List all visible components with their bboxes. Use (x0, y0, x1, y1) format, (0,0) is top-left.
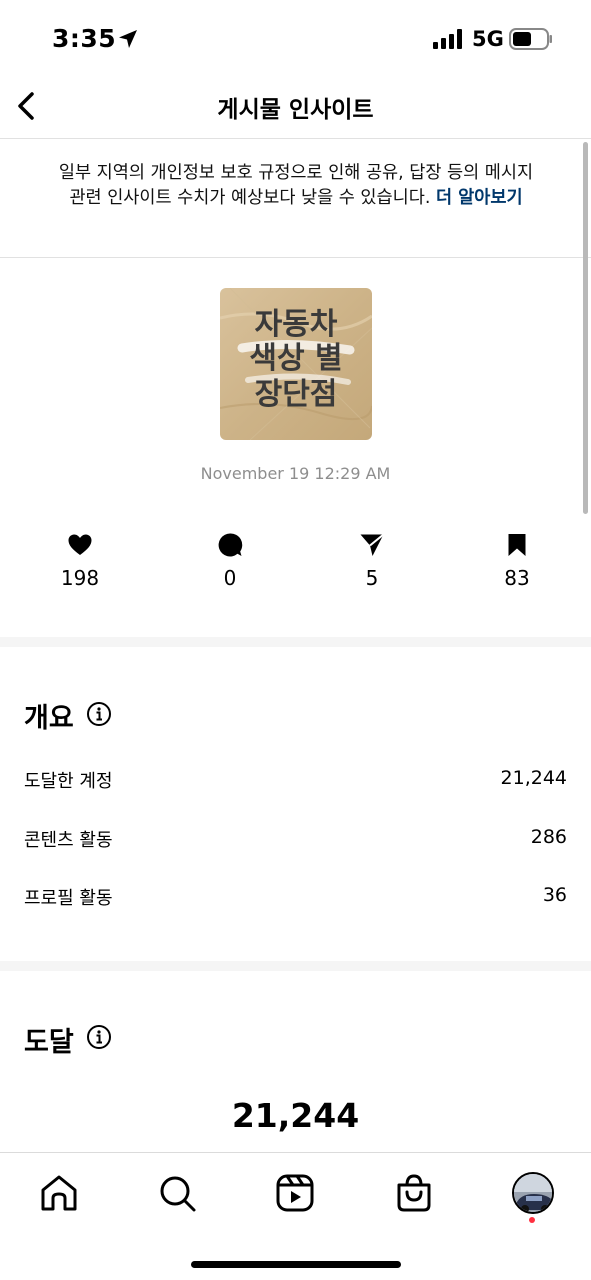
navigation-header: 게시물 인사이트 (0, 78, 591, 139)
profile-activity-row[interactable]: 프로필 활동 36 (24, 884, 567, 914)
row-label: 프로필 활동 (24, 888, 113, 909)
notification-dot (529, 1217, 535, 1223)
profile-avatar[interactable] (512, 1172, 554, 1214)
search-icon (160, 1176, 196, 1212)
status-time: 3:35 (52, 24, 117, 53)
accounts-reached-row[interactable]: 도달한 계정 21,244 (24, 767, 567, 797)
saves-stat: 83 (467, 532, 567, 590)
home-icon (41, 1175, 77, 1211)
post-date: November 19 12:29 AM (200, 464, 391, 483)
thumbnail-line-3: 장단점 (255, 377, 338, 412)
search-tab[interactable] (157, 1173, 197, 1213)
section-divider (0, 637, 591, 647)
row-label: 콘텐츠 활동 (24, 830, 113, 851)
battery-icon (509, 28, 552, 50)
bookmark-icon (508, 534, 526, 556)
location-arrow-icon (119, 30, 137, 48)
comment-icon (218, 533, 243, 557)
thumbnail-line-1: 자동차 (255, 307, 338, 342)
content-activity-row[interactable]: 콘텐츠 활동 286 (24, 826, 567, 856)
overview-title: 개요 (24, 703, 74, 734)
signal-icon (433, 29, 462, 49)
home-indicator (191, 1261, 401, 1268)
row-value: 21,244 (500, 767, 567, 789)
notice-text: 일부 지역의 개인정보 보호 규정으로 인해 공유, 답장 등의 메시지 관련 … (52, 161, 540, 211)
comments-count: 0 (223, 566, 237, 590)
privacy-notice: 일부 지역의 개인정보 보호 규정으로 인해 공유, 답장 등의 메시지 관련 … (0, 139, 591, 258)
post-thumbnail[interactable]: 자동차 색상 별 장단점 (220, 288, 372, 440)
section-divider (0, 961, 591, 971)
row-value: 36 (542, 884, 567, 906)
network-type: 5G (472, 27, 504, 51)
scrollbar[interactable] (583, 142, 588, 514)
row-value: 286 (530, 826, 567, 848)
shares-count: 5 (365, 566, 379, 590)
shares-stat: 5 (322, 532, 422, 590)
shop-tab[interactable] (394, 1173, 434, 1213)
share-icon (360, 533, 385, 556)
row-label: 도달한 계정 (24, 771, 113, 792)
likes-stat: 198 (30, 532, 130, 590)
post-insights-screen: 3:35 5G 게시물 인사이트 일부 지역의 개인정보 보호 규정으로 인해 … (0, 0, 591, 1280)
home-tab[interactable] (39, 1173, 79, 1213)
page-title: 게시물 인사이트 (217, 97, 374, 123)
reach-total: 21,244 (231, 1096, 360, 1135)
likes-count: 198 (60, 566, 100, 590)
thumbnail-line-2: 색상 별 (249, 341, 342, 376)
shop-icon (397, 1174, 431, 1212)
learn-more-link[interactable]: 더 알아보기 (436, 188, 523, 208)
reels-icon (276, 1174, 314, 1212)
info-icon[interactable] (86, 1024, 112, 1050)
heart-icon (68, 534, 92, 555)
status-bar: 3:35 5G (0, 0, 591, 78)
reels-tab[interactable] (275, 1173, 315, 1213)
comments-stat: 0 (180, 532, 280, 590)
reach-title: 도달 (24, 1027, 74, 1058)
info-icon[interactable] (86, 701, 112, 727)
saves-count: 83 (504, 566, 530, 590)
